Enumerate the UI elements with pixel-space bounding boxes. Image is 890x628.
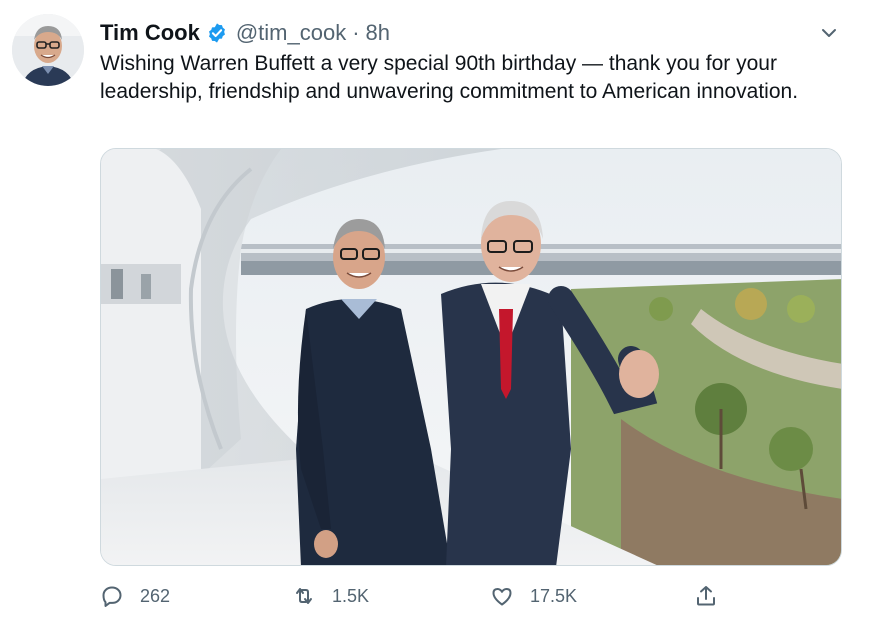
retweet-icon [296, 588, 312, 604]
tweet-text: Wishing Warren Buffett a very special 90… [100, 52, 799, 103]
photo-image [101, 149, 841, 565]
like-button[interactable]: 17.5K [490, 580, 577, 612]
avatar[interactable] [12, 14, 84, 86]
chevron-down-icon [822, 29, 836, 37]
retweet-count: 1.5K [332, 585, 370, 606]
tweet-time[interactable]: 8h [366, 20, 390, 46]
tweet-header: Tim Cook @tim_cook · 8h [100, 16, 850, 50]
reply-button[interactable]: 262 [100, 580, 170, 612]
verified-badge-icon [208, 23, 225, 43]
reply-count: 262 [140, 585, 171, 606]
tweet-actions: 262 1.5K 17.5K [100, 580, 842, 612]
like-icon [492, 588, 512, 606]
author-handle[interactable]: @tim_cook [236, 20, 346, 46]
avatar-image [12, 14, 84, 86]
separator-dot: · [352, 20, 360, 45]
more-options-button[interactable] [816, 20, 842, 46]
retweet-button[interactable]: 1.5K [292, 580, 369, 612]
author-name[interactable]: Tim Cook [100, 20, 200, 46]
reply-icon [102, 586, 122, 607]
share-button[interactable] [694, 580, 734, 612]
share-icon [697, 586, 715, 606]
like-count: 17.5K [530, 585, 578, 606]
tweet-photo[interactable] [100, 148, 842, 566]
